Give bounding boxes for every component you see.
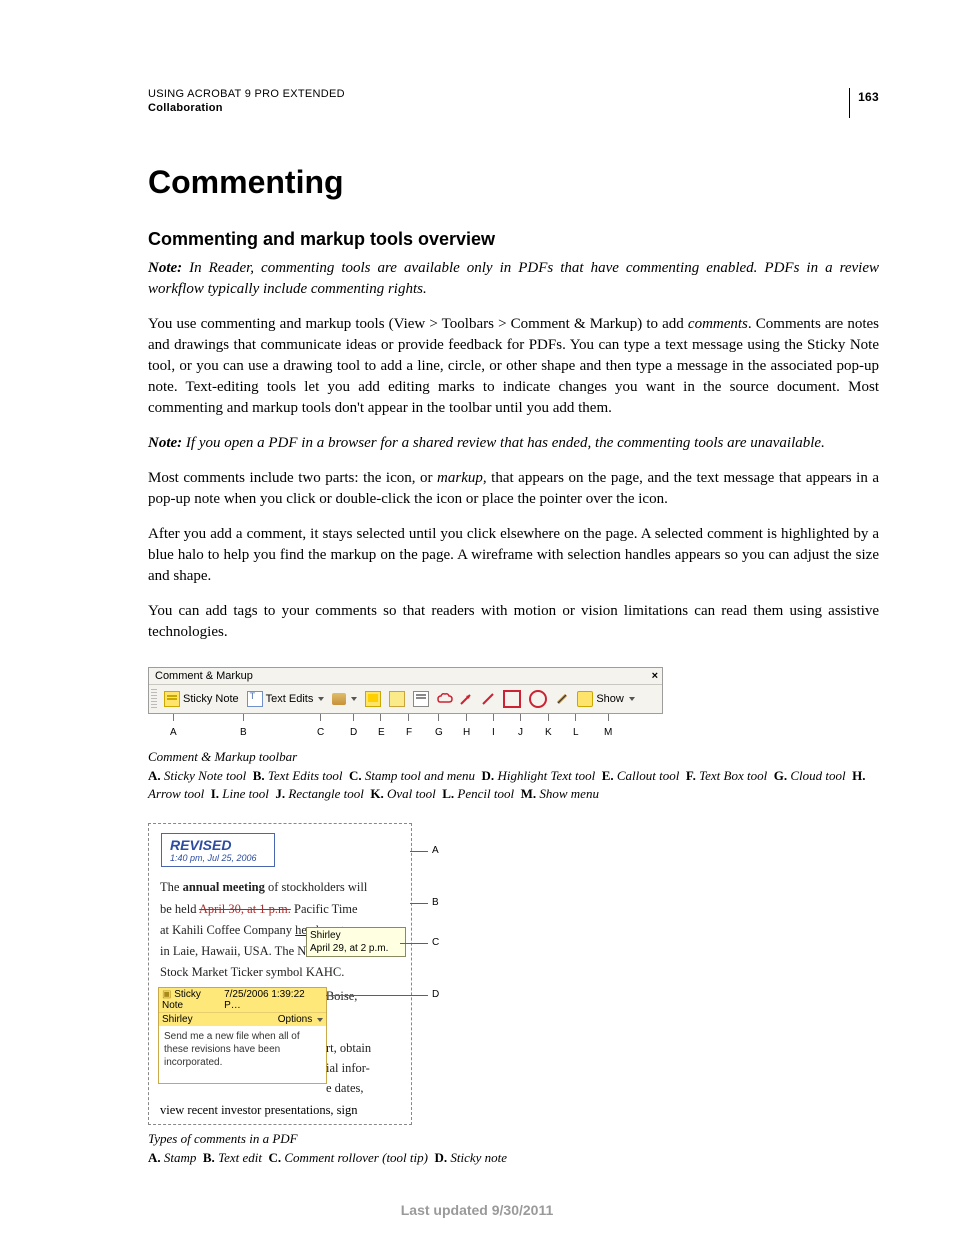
callout-label-b: B [432,897,439,908]
section-title: Commenting and markup tools overview [148,229,879,250]
pencil-icon [555,692,569,706]
stamp-button[interactable] [328,687,361,711]
arrow-icon [459,692,473,706]
arrow-button[interactable] [455,687,477,711]
text-box-button[interactable] [409,687,433,711]
page-title: Commenting [148,164,879,201]
highlight-button[interactable] [361,687,385,711]
text-edits-button[interactable]: Text Edits [243,687,329,711]
note-body: In Reader, commenting tools are availabl… [148,260,879,297]
figure-1-caption: Comment & Markup toolbar [148,749,879,765]
chevron-down-icon [629,697,635,701]
page-number: 163 [849,88,879,118]
page-header: USING ACROBAT 9 PRO EXTENDED Collaborati… [148,88,879,118]
sticky-note-icon [164,691,180,707]
text-edits-icon [247,691,263,707]
close-icon[interactable]: × [652,670,658,682]
header-product: USING ACROBAT 9 PRO EXTENDED [148,88,345,100]
chevron-down-icon [318,697,324,701]
toolbar-figure: Comment & Markup × Sticky Note Text Edit… [148,667,879,741]
show-icon [577,691,593,707]
note-2: Note: If you open a PDF in a browser for… [148,433,879,454]
show-button[interactable]: Show [573,687,639,711]
rectangle-icon [503,690,521,708]
header-section: Collaboration [148,102,345,114]
chevron-down-icon [351,697,357,701]
oval-button[interactable] [525,687,551,711]
highlight-icon [365,691,381,707]
line-button[interactable] [477,687,499,711]
paragraph-2: Most comments include two parts: the ico… [148,468,879,510]
comment-tooltip: Shirley April 29, at 2 p.m. [306,927,406,957]
comments-example-figure: REVISED 1:40 pm, Jul 25, 2006 The annual… [148,823,588,1123]
sticky-note-button[interactable]: Sticky Note [160,687,243,711]
figure-2-caption: Types of comments in a PDF [148,1131,879,1147]
toolbar-title: Comment & Markup [155,670,253,682]
toolbar-letters: A B C D E F G H I J K L M [148,721,661,741]
line-icon [481,692,495,706]
oval-icon [529,690,547,708]
text-box-icon [413,691,429,707]
stamp-annotation[interactable]: REVISED 1:40 pm, Jul 25, 2006 [161,833,275,867]
stamp-icon [332,693,346,705]
callout-label-a: A [432,845,439,856]
cloud-icon [437,692,451,706]
text-edit-annotation[interactable]: April 30, at 1 p.m. [199,902,291,916]
paragraph-3: After you add a comment, it stays select… [148,524,879,587]
callout-label-c: C [432,937,439,948]
page-footer: Last updated 9/30/2011 [0,1202,954,1218]
paragraph-1: You use commenting and markup tools (Vie… [148,314,879,419]
chevron-down-icon[interactable] [317,1018,323,1022]
note-label: Note: [148,260,182,276]
callout-icon [389,691,405,707]
figure-2-legend: A. Stamp B. Text edit C. Comment rollove… [148,1149,879,1167]
callout-label-d: D [432,989,439,1000]
note-1: Note: In Reader, commenting tools are av… [148,258,879,300]
sticky-note-popup[interactable]: ▣ Sticky Note 7/25/2006 1:39:22 P… Shirl… [158,987,327,1084]
cloud-button[interactable] [433,687,455,711]
comment-markup-toolbar: Comment & Markup × Sticky Note Text Edit… [148,667,663,714]
callout-button[interactable] [385,687,409,711]
figure-1-legend: A. Sticky Note tool B. Text Edits tool C… [148,767,879,803]
rectangle-button[interactable] [499,687,525,711]
toolbar-grip-icon[interactable] [151,689,157,709]
pencil-button[interactable] [551,687,573,711]
paragraph-4: You can add tags to your comments so tha… [148,601,879,643]
